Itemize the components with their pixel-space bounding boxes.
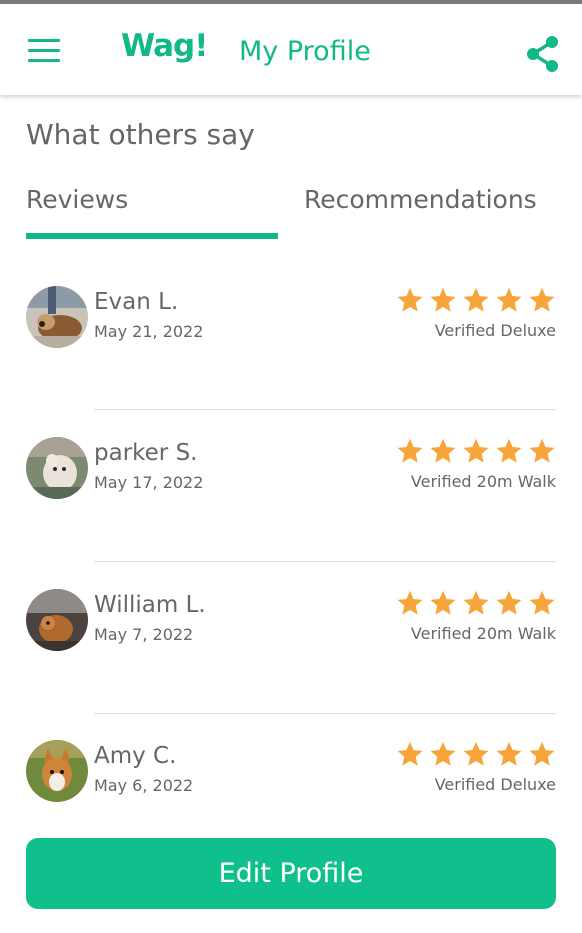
star-rating — [396, 589, 556, 617]
star-icon — [463, 287, 489, 312]
edit-profile-button[interactable]: Edit Profile — [26, 838, 556, 909]
review-date: May 21, 2022 — [94, 322, 204, 341]
reviewer-avatar — [26, 740, 88, 802]
reviewer-name: William L. — [94, 592, 206, 618]
star-icon — [496, 438, 522, 463]
review-item: William L. May 7, 2022 Verified 20m Walk — [0, 589, 582, 669]
star-icon — [529, 287, 555, 312]
service-label: Verified 20m Walk — [410, 624, 556, 643]
reviewer-avatar — [26, 286, 88, 348]
star-icon — [529, 741, 555, 766]
star-icon — [397, 287, 423, 312]
star-rating — [396, 437, 556, 465]
page-title: My Profile — [239, 36, 371, 67]
reviewer-name: parker S. — [94, 440, 198, 466]
star-icon — [463, 741, 489, 766]
tab-recommendations[interactable]: Recommendations — [304, 185, 537, 214]
star-icon — [397, 438, 423, 463]
star-icon — [430, 287, 456, 312]
star-icon — [496, 590, 522, 615]
reviewer-avatar — [26, 437, 88, 499]
divider — [94, 561, 556, 562]
tab-reviews[interactable]: Reviews — [26, 185, 128, 214]
service-label: Verified Deluxe — [434, 775, 556, 794]
service-label: Verified Deluxe — [434, 321, 556, 340]
star-icon — [529, 438, 555, 463]
divider — [94, 409, 556, 410]
star-icon — [463, 590, 489, 615]
section-title: What others say — [26, 118, 255, 151]
review-item: Evan L. May 21, 2022 Verified Deluxe — [0, 286, 582, 366]
star-icon — [430, 741, 456, 766]
review-date: May 6, 2022 — [94, 776, 194, 795]
wag-logo: Wag! — [121, 28, 208, 64]
star-icon — [496, 287, 522, 312]
star-icon — [430, 590, 456, 615]
share-icon[interactable] — [523, 35, 563, 73]
reviewer-avatar — [26, 589, 88, 651]
review-item: parker S. May 17, 2022 Verified 20m Walk — [0, 437, 582, 517]
reviewer-name: Evan L. — [94, 289, 179, 315]
review-date: May 17, 2022 — [94, 473, 204, 492]
star-icon — [496, 741, 522, 766]
divider — [94, 713, 556, 714]
star-icon — [397, 590, 423, 615]
star-icon — [463, 438, 489, 463]
hamburger-menu-icon[interactable] — [28, 39, 62, 65]
star-icon — [397, 741, 423, 766]
star-rating — [396, 740, 556, 768]
star-icon — [430, 438, 456, 463]
service-label: Verified 20m Walk — [410, 472, 556, 491]
review-item: Amy C. May 6, 2022 Verified Deluxe — [0, 740, 582, 820]
app-bar: Wag! My Profile — [0, 4, 582, 95]
star-icon — [529, 590, 555, 615]
reviewer-name: Amy C. — [94, 743, 177, 769]
active-tab-indicator — [26, 233, 278, 239]
review-date: May 7, 2022 — [94, 625, 194, 644]
star-rating — [396, 286, 556, 314]
